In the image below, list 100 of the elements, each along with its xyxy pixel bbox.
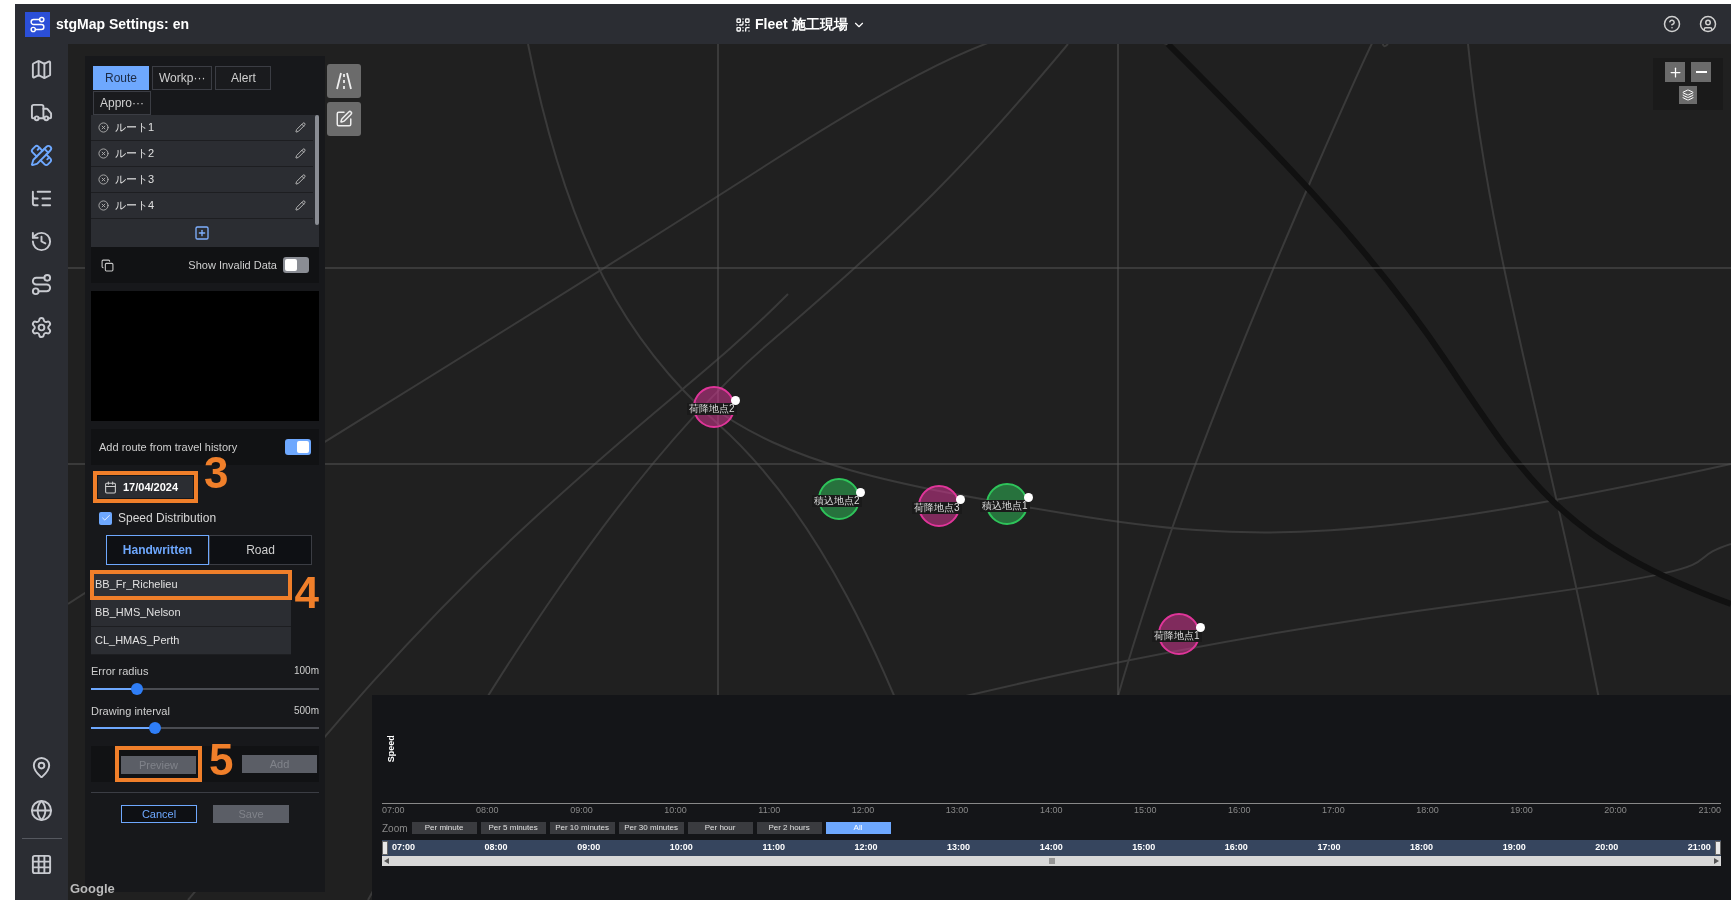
navigator-tick-label: 14:00: [1039, 840, 1063, 854]
remove-icon[interactable]: [98, 122, 109, 133]
zoom-option[interactable]: Per 5 minutes: [480, 822, 546, 834]
pencil-icon: [335, 110, 353, 128]
axis-tick-label: 12:00: [851, 804, 875, 817]
range-handle-icon[interactable]: [1715, 840, 1721, 855]
date-value: 17/04/2024: [123, 479, 179, 495]
axis-tick-label: 10:00: [664, 804, 687, 817]
slider-track[interactable]: [91, 682, 319, 695]
user-icon[interactable]: [1699, 15, 1717, 33]
help-icon[interactable]: [1663, 15, 1681, 33]
navigator-tick-label: 08:00: [484, 840, 508, 854]
route-row[interactable]: ルート4: [91, 193, 313, 219]
remove-icon[interactable]: [98, 200, 109, 211]
arrow-right-icon[interactable]: [1714, 857, 1719, 864]
axis-tick-label: 09:00: [570, 804, 593, 817]
navigator-tick-label: 15:00: [1132, 840, 1156, 854]
calendar-icon: [104, 480, 117, 494]
zoom-in-button[interactable]: [1665, 62, 1685, 82]
toggle-switch[interactable]: [283, 257, 309, 273]
navigator-tick-label: 21:00: [1687, 840, 1711, 854]
checkbox[interactable]: [99, 511, 112, 525]
remove-icon[interactable]: [98, 174, 109, 185]
grip-icon[interactable]: [1048, 857, 1055, 864]
site-selector[interactable]: Fleet 施工現場: [735, 14, 866, 35]
map-attribution: Google: [70, 879, 115, 898]
marker-handle-icon[interactable]: [1196, 623, 1205, 632]
arrow-left-icon[interactable]: [384, 857, 389, 864]
marker-handle-icon[interactable]: [1024, 493, 1033, 502]
cancel-button[interactable]: Cancel: [121, 805, 197, 823]
edit-icon[interactable]: [295, 122, 306, 133]
zoom-option[interactable]: Per 10 minutes: [549, 822, 615, 834]
vessel-row[interactable]: BB_HMS_Nelson: [91, 599, 291, 627]
app-logo-icon: [25, 11, 50, 37]
panel-tab[interactable]: Appro···: [93, 91, 151, 115]
zoom-out-button[interactable]: [1691, 62, 1711, 82]
route-name: ルート3: [115, 172, 155, 188]
edit-icon[interactable]: [295, 200, 306, 211]
zoom-option[interactable]: Per 30 minutes: [618, 822, 684, 834]
navigator-tick-label: 11:00: [762, 840, 785, 854]
axis-tick-label: 15:00: [1133, 804, 1157, 817]
navigator-tick-label: 16:00: [1224, 840, 1248, 854]
axis-tick-label: 16:00: [1228, 804, 1251, 817]
slider-thumb[interactable]: [130, 682, 143, 695]
panel-tab[interactable]: Workp···: [152, 66, 213, 90]
marker-handle-icon[interactable]: [856, 488, 865, 497]
marker-label: 荷降地点2: [687, 403, 737, 415]
vessel-row[interactable]: BB_Fr_Richelieu: [91, 571, 291, 599]
draw-tool-button[interactable]: [327, 102, 361, 136]
navigator-tick-label: 12:00: [854, 840, 878, 854]
step-number: 4: [294, 571, 319, 615]
edit-icon[interactable]: [295, 148, 306, 159]
marker-label: 積込地点2: [812, 495, 862, 507]
route-row[interactable]: ルート3: [91, 167, 313, 193]
route-row[interactable]: ルート1: [91, 115, 313, 141]
axis-tick-label: 13:00: [945, 804, 969, 817]
navigator-tick-label: 07:00: [392, 840, 416, 854]
checkbox-label: Speed Distribution: [118, 510, 217, 527]
navigator-tick-label: 17:00: [1317, 840, 1341, 854]
slider-reading: 100m: [294, 664, 319, 678]
remove-icon[interactable]: [98, 148, 109, 159]
zoom-option[interactable]: Per 2 hours: [756, 822, 822, 834]
mode-toggle[interactable]: Road: [209, 535, 312, 565]
axis-tick-label: 20:00: [1604, 804, 1627, 817]
route-name: ルート1: [115, 120, 155, 136]
navigator-tick-label: 09:00: [577, 840, 601, 854]
slider-thumb[interactable]: [148, 722, 161, 734]
horizontal-scrollbar[interactable]: [382, 855, 1721, 866]
mode-toggle[interactable]: Handwritten: [106, 535, 209, 565]
route-row[interactable]: ルート2: [91, 141, 313, 167]
edit-icon[interactable]: [295, 174, 306, 185]
navigator-bar[interactable]: 07:00 08:00 09:00 10:00 11:00 12:00 13:00 14:00 15:00 16:00 17:00 18:00 19:00 20:00 21:00: [382, 839, 1721, 856]
slider-label: Drawing interval: [91, 703, 170, 719]
vessel-row[interactable]: CL_HMAS_Perth: [91, 627, 291, 655]
zoom-option[interactable]: Per minute: [411, 822, 477, 834]
check-icon: [100, 513, 111, 523]
app-title: stgMap Settings: en: [56, 14, 189, 34]
date-field[interactable]: 17/04/2024: [98, 476, 193, 498]
marker-label: 積込地点1: [980, 500, 1030, 512]
show-invalid-label: Show Invalid Data: [188, 257, 277, 273]
axis-tick-label: 18:00: [1416, 804, 1439, 817]
zoom-option[interactable]: Per hour: [687, 822, 753, 834]
slider-track[interactable]: [91, 722, 319, 734]
marker-handle-icon[interactable]: [731, 396, 740, 405]
range-handle-icon[interactable]: [382, 840, 388, 855]
axis-tick-label: 19:00: [1510, 804, 1533, 817]
copy-icon[interactable]: [101, 258, 114, 272]
axis-label: Speed: [385, 735, 398, 763]
add-route-icon[interactable]: [194, 225, 210, 241]
layers-button[interactable]: [1679, 86, 1697, 104]
marker-label: 荷降地点1: [1152, 630, 1202, 642]
scrollbar-thumb[interactable]: [315, 115, 319, 225]
panel-tab[interactable]: Route: [93, 66, 149, 90]
axis-tick-label: 11:00: [758, 804, 781, 817]
toggle-switch[interactable]: [285, 439, 311, 455]
navigator-tick-label: 18:00: [1410, 840, 1434, 854]
road-tool-button[interactable]: [327, 64, 361, 98]
axis-tick-label: 08:00: [476, 804, 499, 817]
panel-tab[interactable]: Alert: [215, 66, 272, 90]
marker-handle-icon[interactable]: [956, 495, 965, 504]
